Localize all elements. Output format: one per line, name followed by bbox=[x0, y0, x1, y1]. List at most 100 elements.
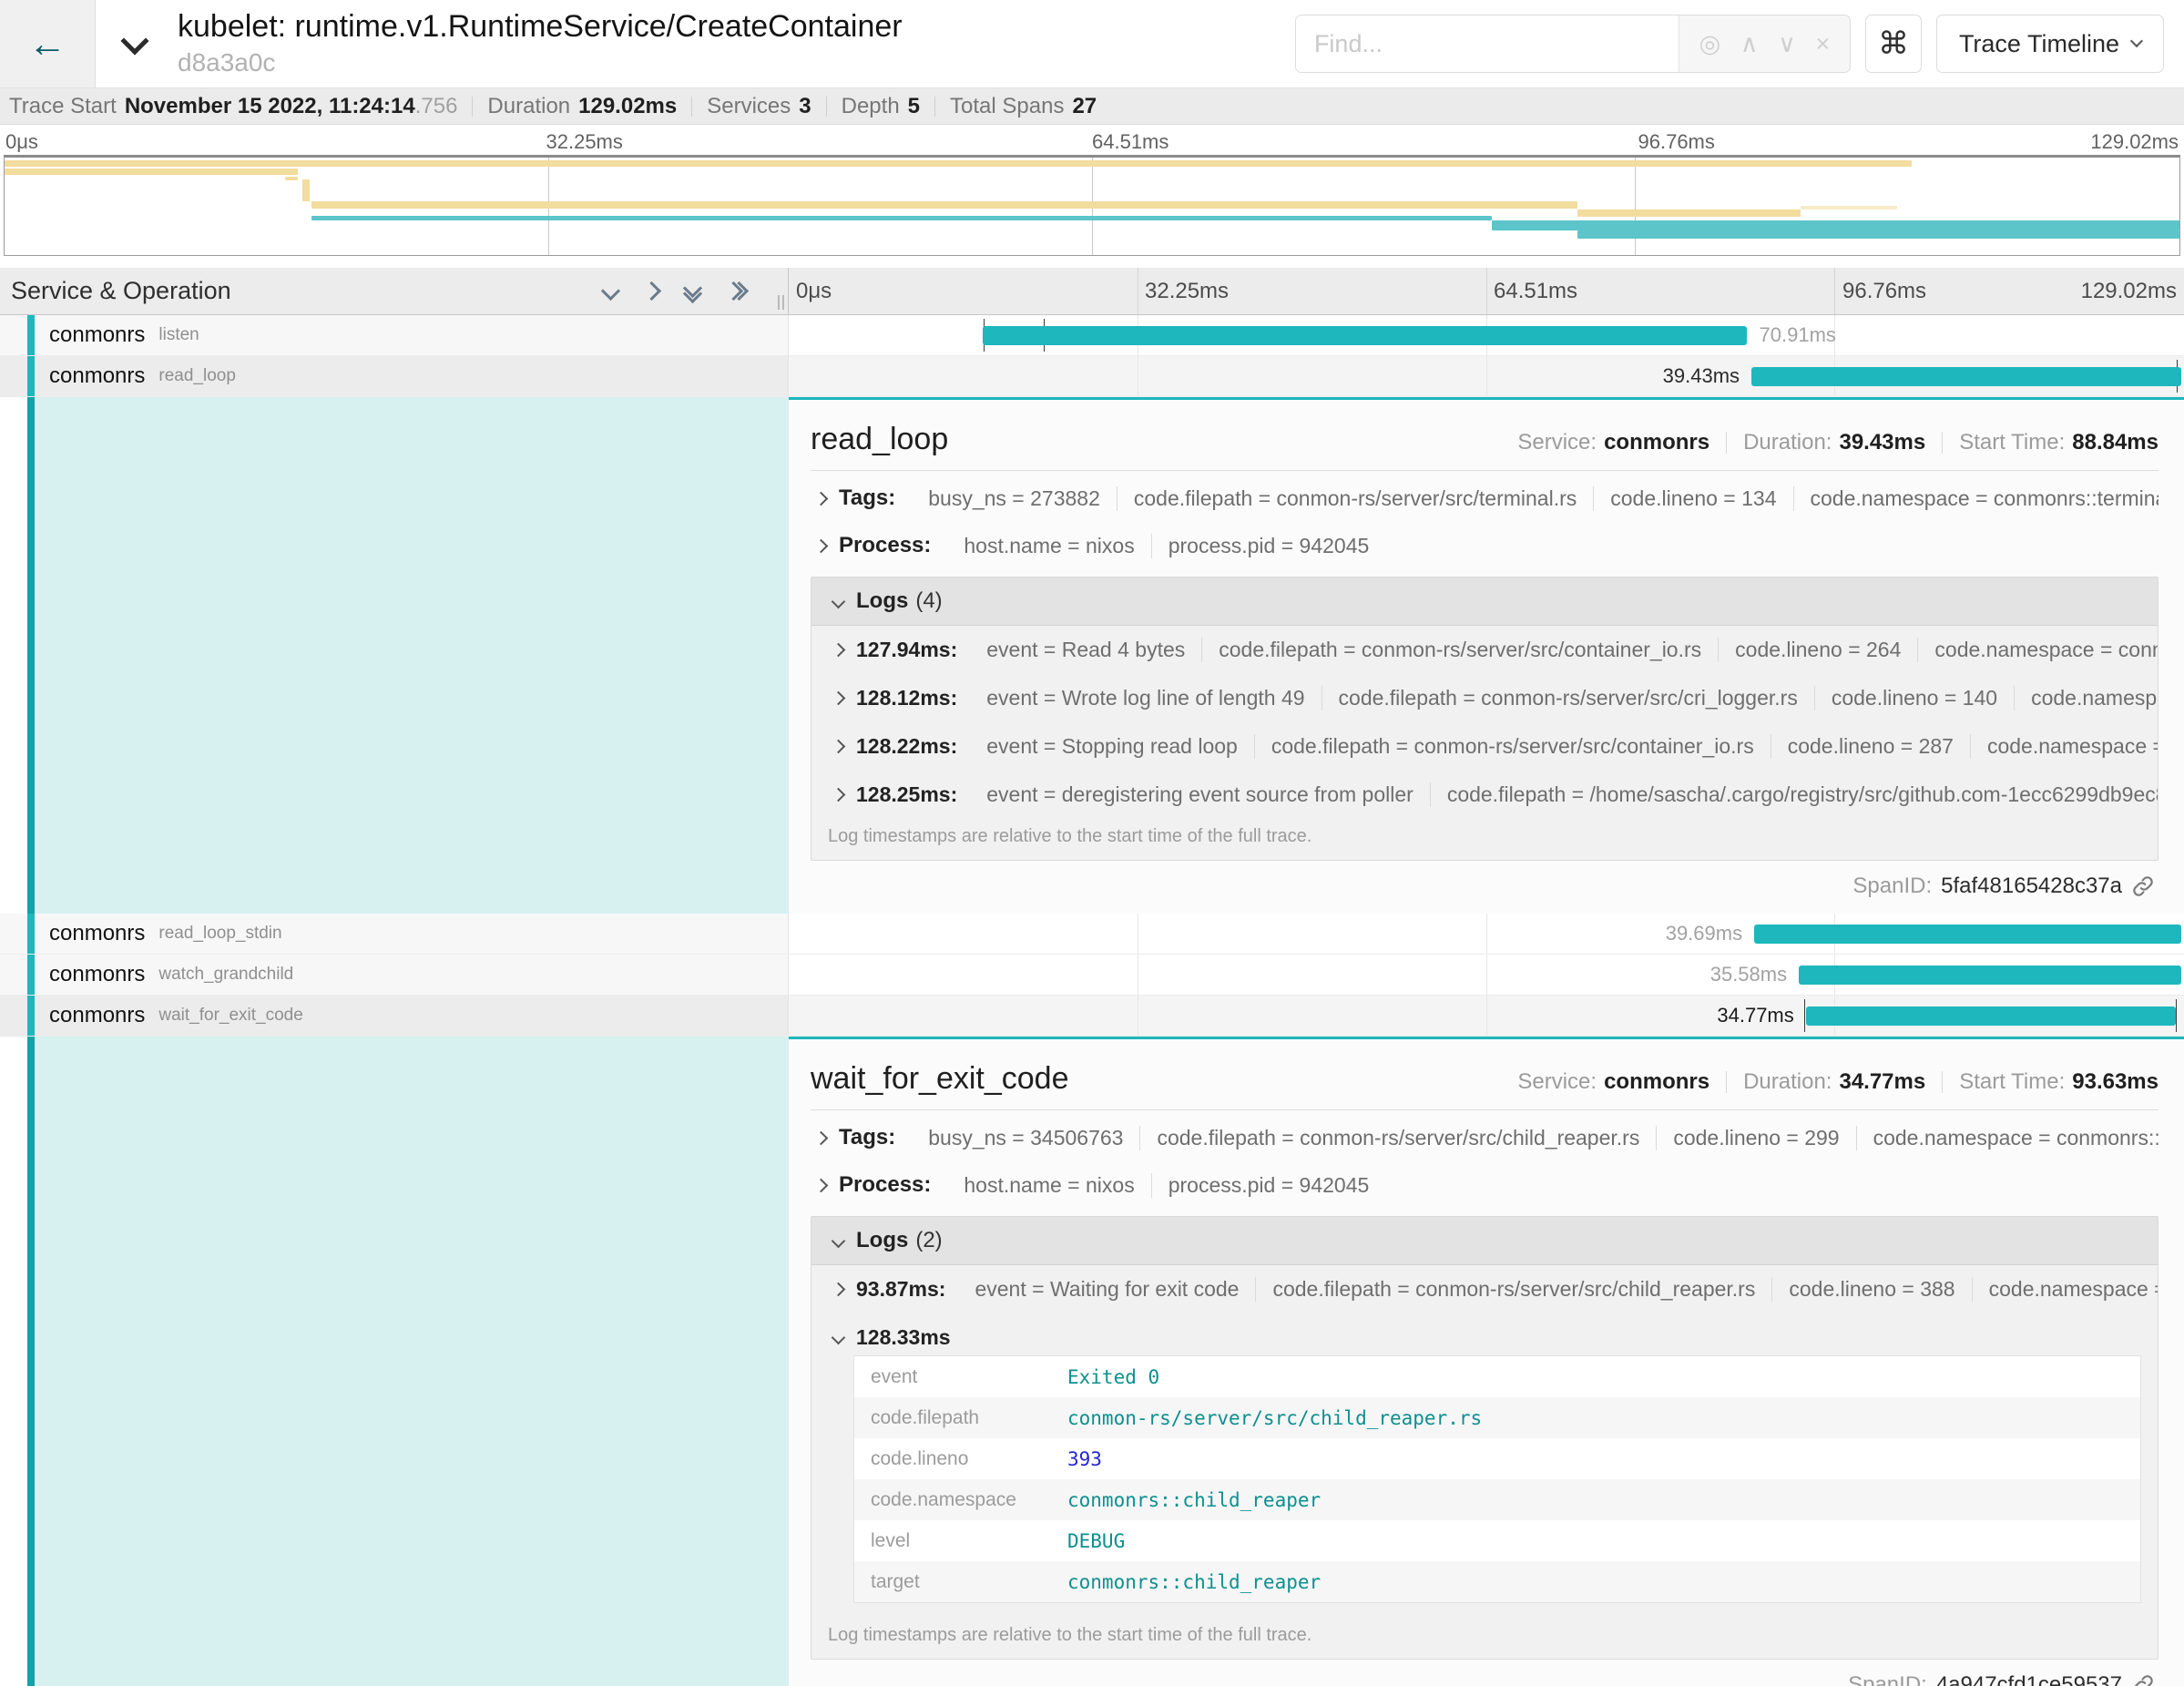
log-field: code.namespace = conmon… bbox=[1972, 1277, 2158, 1302]
service-name: conmonrs bbox=[49, 962, 145, 987]
logs-header[interactable]: Logs (4) bbox=[811, 577, 2158, 626]
log-entry[interactable]: 128.12ms: event = Wrote log line of leng… bbox=[811, 674, 2158, 722]
logs-section: Logs (4) 127.94ms: event = Read 4 bytes … bbox=[811, 577, 2158, 861]
operation-name: wait_for_exit_code bbox=[158, 1006, 302, 1026]
expand-one-icon[interactable] bbox=[601, 281, 620, 301]
timeline-header: 0μs 32.25ms 64.51ms 96.76ms 129.02ms bbox=[789, 268, 2184, 314]
locate-icon[interactable]: ◎ bbox=[1699, 32, 1721, 56]
tags-row[interactable]: Tags: busy_ns = 273882 code.filepath = c… bbox=[811, 475, 2158, 522]
total-spans-label: Total Spans bbox=[950, 94, 1064, 119]
field-value: conmonrs::child_reaper bbox=[1067, 1571, 1321, 1593]
span-bar[interactable] bbox=[1751, 367, 2181, 386]
span-name-cell[interactable]: conmonrs watch_grandchild bbox=[0, 955, 789, 995]
trace-start-fraction: .756 bbox=[415, 94, 458, 119]
tag-item: code.namespace = conmonrs::terminal bbox=[1793, 486, 2159, 511]
divider bbox=[1942, 1071, 1943, 1093]
minimap-tick-labels: 0μs 32.25ms 64.51ms 96.76ms 129.02ms bbox=[0, 125, 2184, 155]
link-icon[interactable] bbox=[2131, 1673, 2155, 1686]
divider bbox=[1726, 1071, 1727, 1093]
log-fields-table: event Exited 0 code.filepath conmon-rs/s… bbox=[853, 1355, 2141, 1603]
duration-label: Duration: bbox=[1743, 430, 1832, 455]
tags-row[interactable]: Tags: busy_ns = 34506763 code.filepath =… bbox=[811, 1114, 2158, 1161]
divider bbox=[934, 97, 935, 117]
table-row: code.filepath conmon-rs/server/src/child… bbox=[854, 1397, 2140, 1438]
detail-panel: read_loop Service:conmonrs Duration:39.4… bbox=[789, 397, 2184, 914]
minimap-span-segment bbox=[302, 179, 310, 201]
span-bar[interactable] bbox=[983, 326, 1748, 345]
minimap-span-segment bbox=[311, 201, 1577, 209]
collapse-all-icon[interactable] bbox=[727, 284, 746, 298]
span-name-cell[interactable]: conmonrs listen bbox=[0, 315, 789, 355]
service-color-bar bbox=[27, 397, 35, 914]
service-name: conmonrs bbox=[49, 322, 145, 348]
span-name-cell[interactable]: conmonrs read_loop_stdin bbox=[0, 914, 789, 954]
log-entry[interactable]: 128.22ms: event = Stopping read loop cod… bbox=[811, 722, 2158, 771]
service-color-bar bbox=[27, 955, 35, 995]
span-row-read-loop: conmonrs read_loop 39.43ms bbox=[0, 356, 2184, 397]
field-value: conmon-rs/server/src/child_reaper.rs bbox=[1067, 1407, 1482, 1429]
chevron-right-icon bbox=[832, 643, 846, 658]
field-value: conmonrs::child_reaper bbox=[1067, 1489, 1321, 1511]
divider bbox=[826, 97, 827, 117]
collapse-one-icon[interactable] bbox=[642, 281, 661, 301]
expanded-log-header[interactable]: 128.33ms bbox=[811, 1313, 2158, 1354]
log-entry[interactable]: 127.94ms: event = Read 4 bytes code.file… bbox=[811, 626, 2158, 674]
span-bar[interactable] bbox=[1799, 966, 2181, 985]
timeline-minimap: 0μs 32.25ms 64.51ms 96.76ms 129.02ms bbox=[0, 125, 2184, 268]
table-row: code.lineno 393 bbox=[854, 1438, 2140, 1479]
chevron-right-icon bbox=[832, 691, 846, 706]
process-item: host.name = nixos bbox=[947, 1173, 1150, 1198]
service-label: Service: bbox=[1517, 430, 1597, 455]
chevron-right-icon bbox=[832, 1282, 846, 1297]
field-key: code.lineno bbox=[871, 1448, 1067, 1470]
chevron-down-icon bbox=[2130, 35, 2143, 47]
divider bbox=[1942, 432, 1943, 454]
log-field: event = deregistering event source from … bbox=[970, 782, 1430, 807]
logs-header[interactable]: Logs (2) bbox=[811, 1217, 2158, 1265]
minimap-canvas[interactable] bbox=[4, 155, 2180, 256]
process-row[interactable]: Process: host.name = nixos process.pid =… bbox=[811, 522, 2158, 569]
field-value: Exited 0 bbox=[1067, 1366, 1159, 1388]
span-name-cell[interactable]: conmonrs read_loop bbox=[0, 356, 789, 396]
service-color-bar bbox=[27, 315, 35, 355]
span-bar[interactable] bbox=[1754, 925, 2181, 944]
find-clear-icon[interactable]: × bbox=[1816, 32, 1831, 56]
span-row-read-loop-stdin: conmonrs read_loop_stdin 39.69ms bbox=[0, 914, 2184, 955]
minimap-span-segment bbox=[5, 169, 298, 175]
span-bar[interactable] bbox=[1806, 1006, 2176, 1026]
divider bbox=[1726, 432, 1727, 454]
span-name-cell[interactable]: conmonrs wait_for_exit_code bbox=[0, 996, 789, 1036]
find-actions: ◎ ∧ ∨ × bbox=[1679, 15, 1850, 72]
tag-item: busy_ns = 34506763 bbox=[912, 1126, 1139, 1150]
log-field: code.filepath = /home/sascha/.cargo/regi… bbox=[1430, 782, 2158, 807]
link-icon[interactable] bbox=[2131, 874, 2155, 898]
tag-item: busy_ns = 273882 bbox=[912, 486, 1117, 511]
log-entry[interactable]: 93.87ms: event = Waiting for exit code c… bbox=[811, 1265, 2158, 1313]
process-row[interactable]: Process: host.name = nixos process.pid =… bbox=[811, 1161, 2158, 1209]
span-id-value: 4a947cfd1ce59537 bbox=[1936, 1672, 2122, 1686]
log-entry[interactable]: 128.25ms: event = deregistering event so… bbox=[811, 771, 2158, 819]
field-key: code.namespace bbox=[871, 1489, 1067, 1511]
back-button[interactable]: ← bbox=[0, 0, 96, 87]
service-operation-title: Service & Operation bbox=[11, 277, 604, 305]
log-time: 127.94ms: bbox=[856, 638, 957, 662]
span-tick bbox=[1804, 999, 1805, 1032]
expand-all-icon[interactable] bbox=[686, 281, 699, 301]
timeline-tick: 0μs bbox=[796, 279, 832, 304]
logs-label: Logs bbox=[856, 1228, 908, 1253]
chevron-down-icon[interactable] bbox=[120, 26, 148, 55]
find-prev-icon[interactable]: ∧ bbox=[1740, 32, 1759, 56]
keyboard-shortcuts-button[interactable]: ⌘ bbox=[1865, 15, 1922, 73]
duration-label: Duration: bbox=[1743, 1069, 1832, 1095]
minimap-tick: 0μs bbox=[5, 130, 38, 154]
view-selector-button[interactable]: Trace Timeline bbox=[1936, 15, 2164, 73]
service-label: Service: bbox=[1517, 1069, 1597, 1095]
log-field: code.lineno = 264 bbox=[1718, 638, 1917, 662]
find-input[interactable] bbox=[1296, 15, 1679, 72]
log-time: 128.22ms: bbox=[856, 734, 957, 759]
chevron-right-icon bbox=[814, 538, 829, 553]
minimap-tick: 64.51ms bbox=[1092, 130, 1169, 154]
find-next-icon[interactable]: ∨ bbox=[1778, 32, 1796, 56]
column-resize-grip[interactable] bbox=[778, 295, 784, 310]
chevron-right-icon bbox=[814, 491, 829, 506]
